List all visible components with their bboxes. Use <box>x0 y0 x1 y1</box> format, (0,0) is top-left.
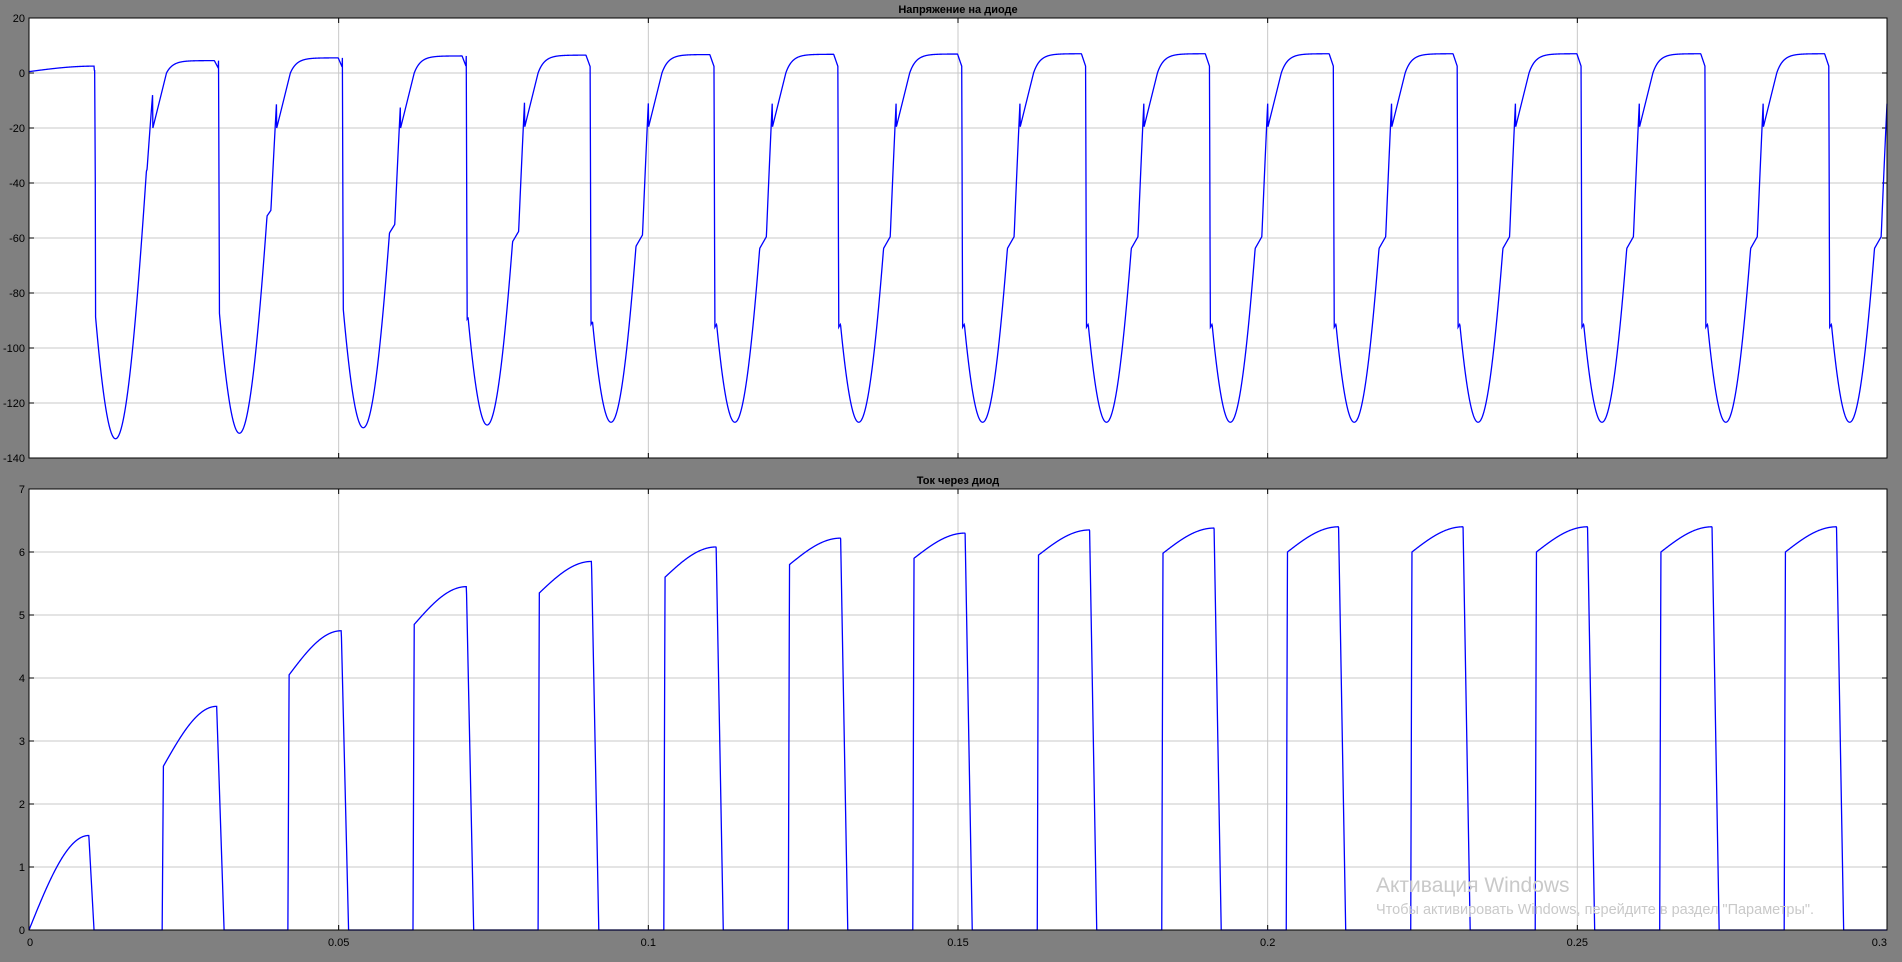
x-tick-label: 0.2 <box>1260 937 1275 949</box>
x-tick-label: 0.1 <box>641 937 656 949</box>
scope-figure: -140-120-100-80-60-40-20020 Напряжение н… <box>3 4 1888 949</box>
y-tick-label: -40 <box>9 178 25 190</box>
y-tick-label: 3 <box>19 736 25 748</box>
x-tick-label: 0.05 <box>328 937 349 949</box>
y-tick-label: -60 <box>9 233 25 245</box>
y-tick-label: -140 <box>3 453 25 465</box>
voltage-plot: -140 -120 -100 -80 -60 -40 -20 0 20 Напряжение н… <box>3 4 1888 465</box>
y-tick-label: 0 <box>19 68 25 80</box>
current-plot-title: Ток через диод <box>917 475 999 487</box>
y-tick-label: 6 <box>19 547 25 559</box>
y-tick-label: -100 <box>3 343 25 355</box>
y-tick-label: 0 <box>19 925 25 937</box>
y-tick-label: 1 <box>19 862 25 874</box>
y-tick-label: -80 <box>9 288 25 300</box>
current-plot: 0 0.05 0.1 0.15 0.2 0.25 0.3 0 1 2 3 4 5 6 7 Ток через… <box>19 475 1888 949</box>
y-tick-label: 20 <box>13 13 25 25</box>
x-tick-label: 0.25 <box>1567 937 1588 949</box>
y-tick-label: -120 <box>3 398 25 410</box>
x-tick-label: 0.15 <box>947 937 968 949</box>
y-tick-label: 5 <box>19 610 25 622</box>
y-tick-label: 4 <box>19 673 25 685</box>
y-tick-label: 7 <box>19 484 25 496</box>
y-tick-label: 2 <box>19 799 25 811</box>
x-tick-label: 0.3 <box>1872 937 1887 949</box>
voltage-plot-title: Напряжение на диоде <box>898 4 1017 16</box>
x-tick-label: 0 <box>27 937 33 949</box>
y-tick-label: -20 <box>9 123 25 135</box>
